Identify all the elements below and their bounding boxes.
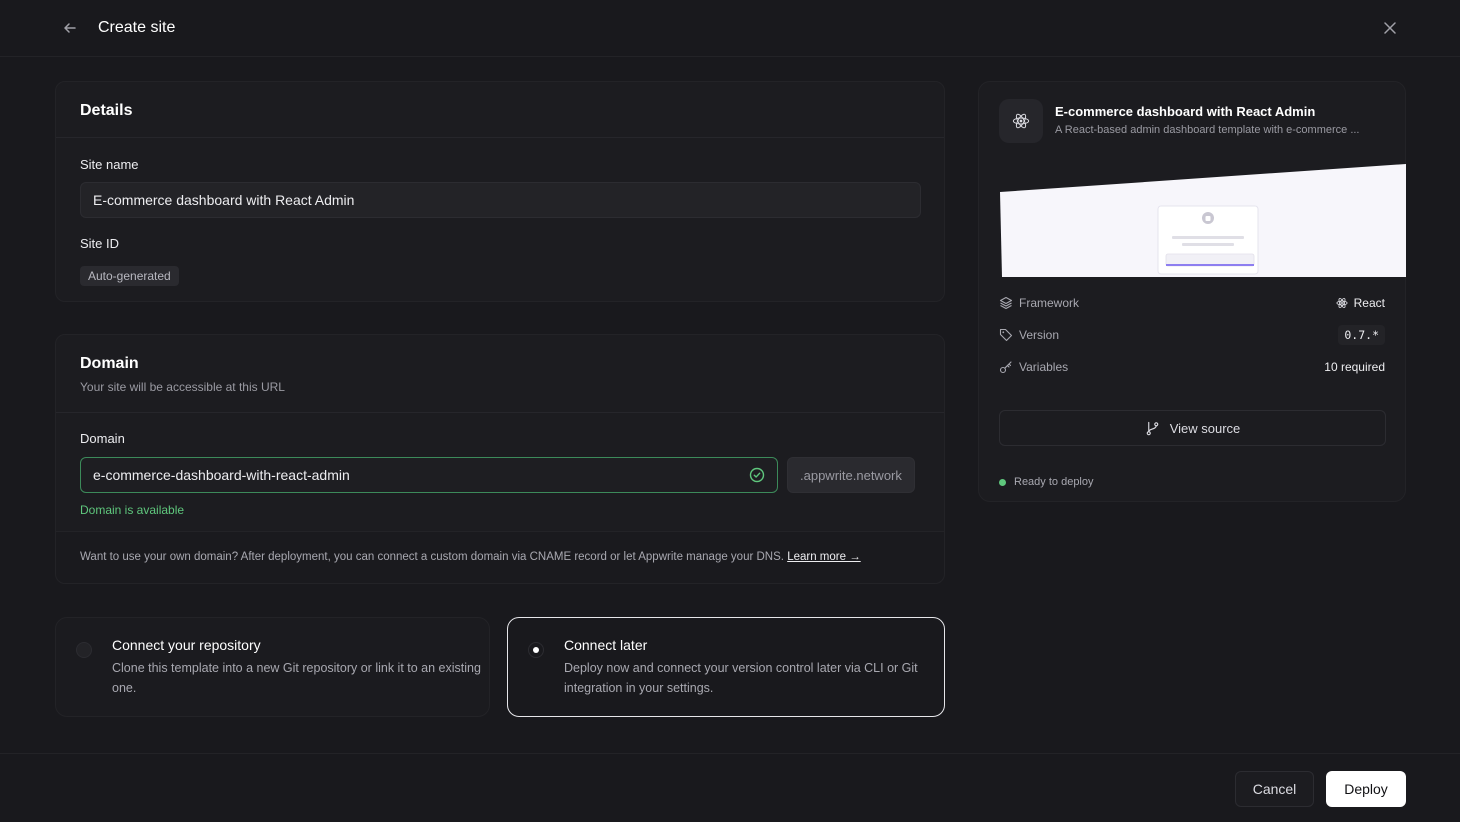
option-description: Clone this template into a new Git repos… — [112, 661, 481, 695]
framework-label: Framework — [1019, 296, 1080, 310]
radio-connect-later[interactable] — [528, 642, 544, 658]
option-title: Connect your repository — [112, 637, 261, 653]
react-logo-icon — [999, 99, 1043, 143]
template-summary-card: E-commerce dashboard with React Admin A … — [978, 81, 1406, 502]
version-row: Version 0.7.* — [999, 325, 1385, 345]
react-icon — [1336, 297, 1348, 309]
layers-icon — [999, 296, 1013, 310]
domain-suffix: .appwrite.network — [787, 457, 915, 493]
page-title: Create site — [98, 19, 176, 36]
variables-label: Variables — [1019, 360, 1069, 374]
option-title: Connect later — [564, 637, 648, 653]
radio-connect-repository[interactable] — [76, 642, 92, 658]
custom-domain-note-text: Want to use your own domain? After deplo… — [80, 551, 784, 563]
option-connect-later[interactable]: Connect later Deploy now and connect you… — [507, 617, 945, 717]
git-branch-icon — [1145, 421, 1160, 436]
deploy-button[interactable]: Deploy — [1326, 771, 1406, 807]
site-name-label: Site name — [80, 157, 139, 172]
variables-row: Variables 10 required — [999, 357, 1385, 377]
variables-value: 10 required — [1324, 360, 1385, 374]
back-arrow-icon[interactable] — [60, 18, 80, 38]
status-text: Ready to deploy — [1014, 476, 1094, 488]
option-description: Deploy now and connect your version cont… — [564, 661, 918, 695]
details-card: Details Site name E-commerce dashboard w… — [55, 81, 945, 302]
tag-icon — [999, 328, 1013, 342]
bottom-action-bar: Cancel Deploy — [0, 753, 1460, 822]
template-description: A React-based admin dashboard template w… — [1055, 124, 1360, 136]
check-circle-icon — [749, 467, 765, 483]
close-icon[interactable] — [1380, 18, 1400, 38]
framework-row: Framework React — [999, 293, 1385, 313]
learn-more-link[interactable]: Learn more → — [787, 551, 861, 563]
key-icon — [999, 360, 1013, 374]
version-value: 0.7.* — [1338, 325, 1385, 345]
domain-available-text: Domain is available — [80, 503, 185, 517]
framework-value: React — [1353, 296, 1385, 310]
site-id-badge: Auto-generated — [80, 266, 179, 286]
domain-title: Domain — [80, 355, 139, 372]
option-connect-repository[interactable]: Connect your repository Clone this templ… — [55, 617, 490, 717]
top-bar: Create site — [0, 0, 1460, 57]
divider — [56, 137, 944, 138]
site-name-input[interactable]: E-commerce dashboard with React Admin — [80, 182, 921, 218]
view-source-label: View source — [1169, 420, 1241, 436]
site-id-label: Site ID — [80, 236, 120, 251]
domain-field-label: Domain — [80, 431, 125, 446]
deploy-status: Ready to deploy — [999, 476, 1094, 488]
cancel-button[interactable]: Cancel — [1235, 771, 1314, 807]
status-dot — [999, 478, 1006, 486]
details-title: Details — [80, 102, 133, 119]
version-label: Version — [1019, 328, 1060, 342]
domain-card: Domain Your site will be accessible at t… — [55, 334, 945, 584]
divider — [56, 412, 944, 413]
domain-subtitle: Your site will be accessible at this URL — [80, 380, 285, 394]
domain-input-value: e-commerce-dashboard-with-react-admin — [93, 467, 350, 483]
template-preview-image — [998, 164, 1406, 277]
custom-domain-note: Want to use your own domain? After deplo… — [56, 531, 944, 583]
view-source-button[interactable]: View source — [999, 410, 1386, 446]
template-title: E-commerce dashboard with React Admin — [1055, 104, 1316, 119]
domain-input[interactable]: e-commerce-dashboard-with-react-admin — [80, 457, 778, 493]
